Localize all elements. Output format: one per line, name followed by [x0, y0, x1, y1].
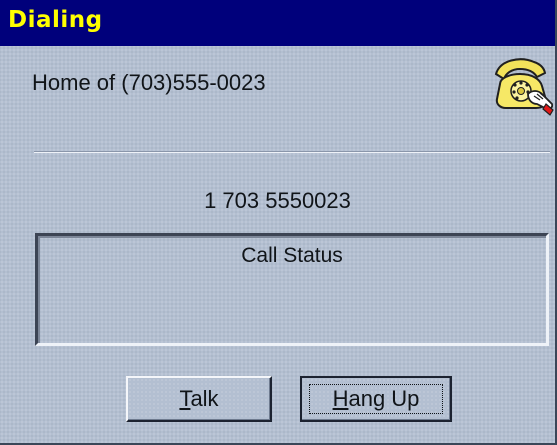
hang-up-button[interactable]: Hang Up — [300, 376, 452, 422]
talk-mnemonic: T — [179, 386, 191, 411]
talk-button-label: Talk — [179, 386, 218, 412]
dialing-dialog: Dialing Home of (703)555-0023 1 703 5550… — [0, 0, 557, 445]
call-status-box: Call Status — [35, 233, 549, 346]
contact-label: Home of (703)555-0023 — [32, 70, 266, 95]
dialed-number: 1 703 5550023 — [204, 188, 351, 213]
call-status-label: Call Status — [241, 244, 343, 267]
talk-label-rest: alk — [190, 386, 219, 411]
title-bar[interactable]: Dialing — [0, 0, 555, 46]
hang-up-mnemonic: H — [332, 386, 349, 411]
hang-up-label-rest: ang Up — [348, 386, 420, 411]
talk-button[interactable]: Talk — [126, 376, 272, 422]
window-title: Dialing — [8, 7, 103, 33]
separator-line — [34, 151, 550, 153]
hang-up-button-label: Hang Up — [333, 386, 420, 412]
telephone-icon — [494, 58, 554, 116]
